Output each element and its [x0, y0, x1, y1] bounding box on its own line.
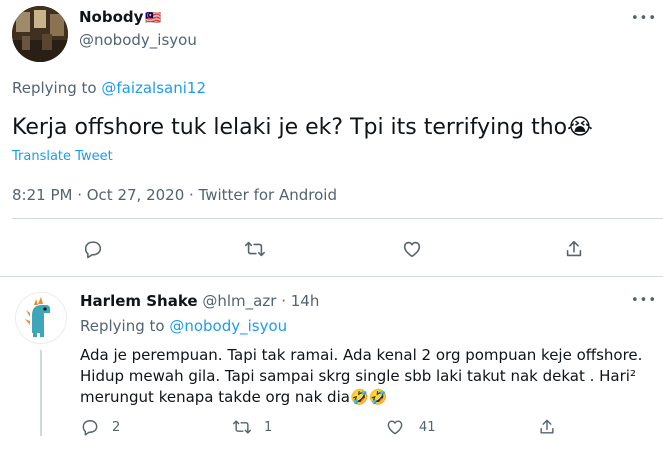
- reply-replying-to-link[interactable]: @nobody_isyou: [169, 317, 287, 335]
- reply-text: Ada je perempuan. Tapi tak ramai. Ada ke…: [80, 345, 642, 408]
- reply-replying-to: Replying to @nobody_isyou: [80, 317, 287, 335]
- reply-time[interactable]: 14h: [291, 292, 320, 310]
- reply-handle[interactable]: @hlm_azr: [202, 292, 276, 310]
- reply-reply-button[interactable]: 2: [80, 417, 120, 437]
- reply-icon[interactable]: [80, 417, 100, 437]
- display-name-row: Nobody 🇲🇾: [79, 8, 162, 28]
- tweet-meta: 8:21 PM · Oct 27, 2020 · Twitter for And…: [12, 186, 337, 204]
- like-count: 41: [419, 419, 436, 435]
- retweet-count: 1: [264, 419, 273, 435]
- section-divider: [0, 276, 663, 277]
- handle[interactable]: @nobody_isyou: [79, 31, 197, 49]
- reply-display-name[interactable]: Harlem Shake: [80, 292, 198, 310]
- replying-to-link[interactable]: @faizalsani12: [101, 79, 206, 97]
- reply-header: Harlem Shake @hlm_azr · 14h: [80, 292, 319, 310]
- crying-emoji: 😭: [567, 115, 593, 140]
- tweet-text: Kerja offshore tuk lelaki je ek? Tpi its…: [12, 114, 593, 142]
- like-icon[interactable]: [385, 417, 405, 437]
- replying-prefix: Replying to: [12, 79, 102, 97]
- reply-icon[interactable]: [82, 238, 104, 260]
- reply-text-line: Hidup mewah gila. Tapi sampai skrg singl…: [80, 367, 636, 385]
- laughing-emoji: 🤣🤣: [349, 388, 388, 406]
- retweet-icon[interactable]: [244, 238, 266, 260]
- reply-retweet-button[interactable]: 1: [232, 417, 272, 437]
- reply-separator: ·: [281, 292, 286, 310]
- reply-text-line: Ada je perempuan. Tapi tak ramai. Ada ke…: [80, 346, 643, 364]
- avatar-nobody[interactable]: [12, 6, 68, 62]
- divider: [12, 218, 663, 219]
- replying-to: Replying to @faizalsani12: [12, 79, 206, 97]
- like-icon[interactable]: [401, 238, 423, 260]
- more-icon[interactable]: •••: [631, 12, 657, 25]
- tweet-body: Kerja offshore tuk lelaki je ek? Tpi its…: [12, 115, 568, 140]
- translate-tweet-link[interactable]: Translate Tweet: [12, 149, 113, 165]
- reply-like-button[interactable]: 41: [385, 417, 436, 437]
- reply-replying-prefix: Replying to: [80, 317, 170, 335]
- avatar-harlem-shake[interactable]: [15, 292, 67, 344]
- share-icon[interactable]: [563, 238, 585, 260]
- reply-count: 2: [112, 419, 121, 435]
- retweet-icon[interactable]: [232, 417, 252, 437]
- flag-icon: 🇲🇾: [145, 11, 162, 26]
- display-name[interactable]: Nobody: [79, 8, 143, 26]
- reply-text-segment: merungut kenapa takde org nak dia: [80, 388, 350, 406]
- reply-text-line: merungut kenapa takde org nak dia🤣🤣: [80, 387, 642, 408]
- reply-more-icon[interactable]: •••: [631, 294, 657, 307]
- thread-line: [40, 350, 42, 436]
- reply-share-icon[interactable]: [537, 417, 557, 437]
